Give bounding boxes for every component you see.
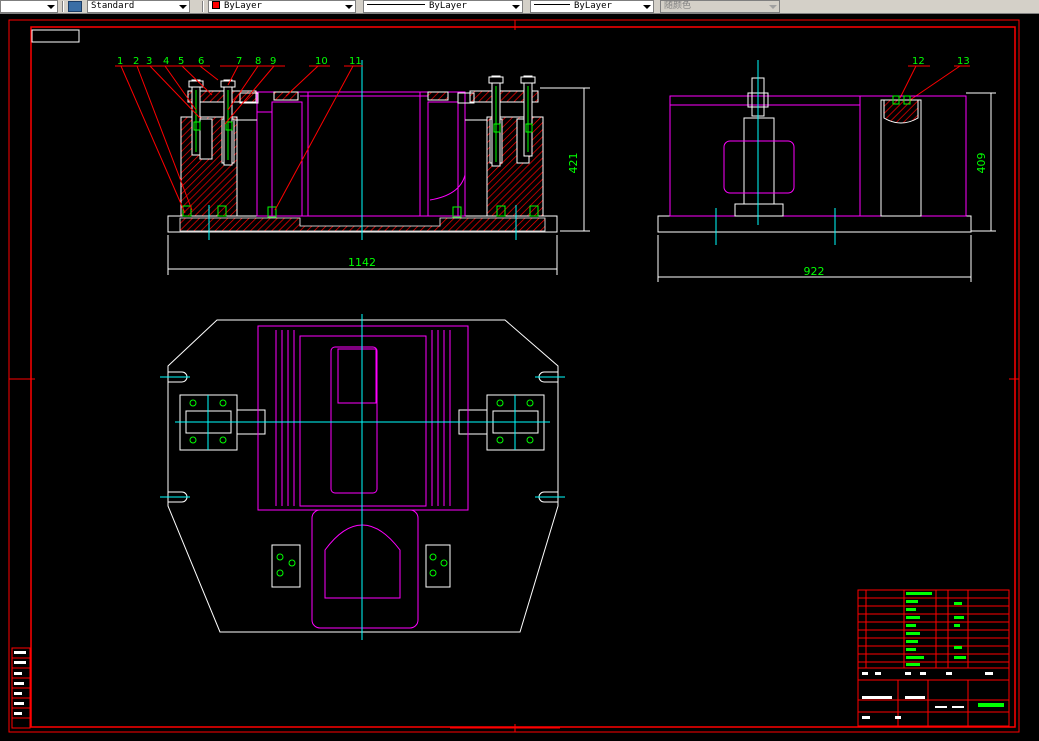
lineweight-value: ByLayer	[574, 1, 612, 11]
linetype-preview-icon	[367, 4, 425, 5]
balloon-9: 9	[270, 56, 276, 67]
lineweight-dropdown[interactable]: ByLayer	[530, 0, 654, 13]
text-style-value: Standard	[91, 1, 135, 11]
plot-style-dropdown: 随颜色	[660, 0, 780, 13]
balloon-7: 7	[236, 56, 242, 67]
balloon-8: 8	[255, 56, 261, 67]
toolbar-separator	[202, 1, 204, 12]
color-value: ByLayer	[224, 1, 262, 11]
toolbar-separator	[62, 1, 64, 12]
balloon-5: 5	[178, 56, 184, 67]
balloon-12: 12	[912, 56, 925, 67]
balloon-11: 11	[349, 56, 362, 67]
dim-side-height: 409	[975, 153, 988, 174]
balloon-13: 13	[957, 56, 970, 67]
color-swatch-icon	[212, 1, 220, 9]
linetype-value: ByLayer	[429, 1, 467, 11]
chevron-down-icon	[769, 5, 777, 9]
balloon-2: 2	[133, 56, 139, 67]
properties-toolbar: Standard ByLayer ByLayer ByLayer 随颜色	[0, 0, 1039, 14]
text-style-dropdown[interactable]: Standard	[87, 0, 190, 13]
dim-front-height: 421	[567, 153, 580, 174]
text-style-icon[interactable]	[68, 1, 82, 12]
linetype-dropdown[interactable]: ByLayer	[363, 0, 523, 13]
chevron-down-icon	[179, 5, 187, 9]
front-view	[167, 60, 558, 240]
balloon-3: 3	[146, 56, 152, 67]
chevron-down-icon	[512, 5, 520, 9]
dim-front-width: 1142	[348, 256, 376, 269]
balloon-6: 6	[198, 56, 204, 67]
color-dropdown[interactable]: ByLayer	[208, 0, 356, 13]
lineweight-preview-icon	[534, 4, 570, 5]
drawing-canvas[interactable]: 1 2 3 4 5 6 7 8 9 10 11 12 13 421 1142 4…	[0, 14, 1039, 741]
chevron-down-icon	[345, 5, 353, 9]
chevron-down-icon	[47, 5, 55, 9]
plot-style-value: 随颜色	[664, 1, 692, 11]
balloon-4: 4	[163, 56, 169, 67]
dim-side-width: 922	[804, 265, 825, 278]
balloon-10: 10	[315, 56, 328, 67]
unknown-dropdown[interactable]	[0, 0, 58, 13]
balloon-1: 1	[117, 56, 123, 67]
chevron-down-icon	[643, 5, 651, 9]
